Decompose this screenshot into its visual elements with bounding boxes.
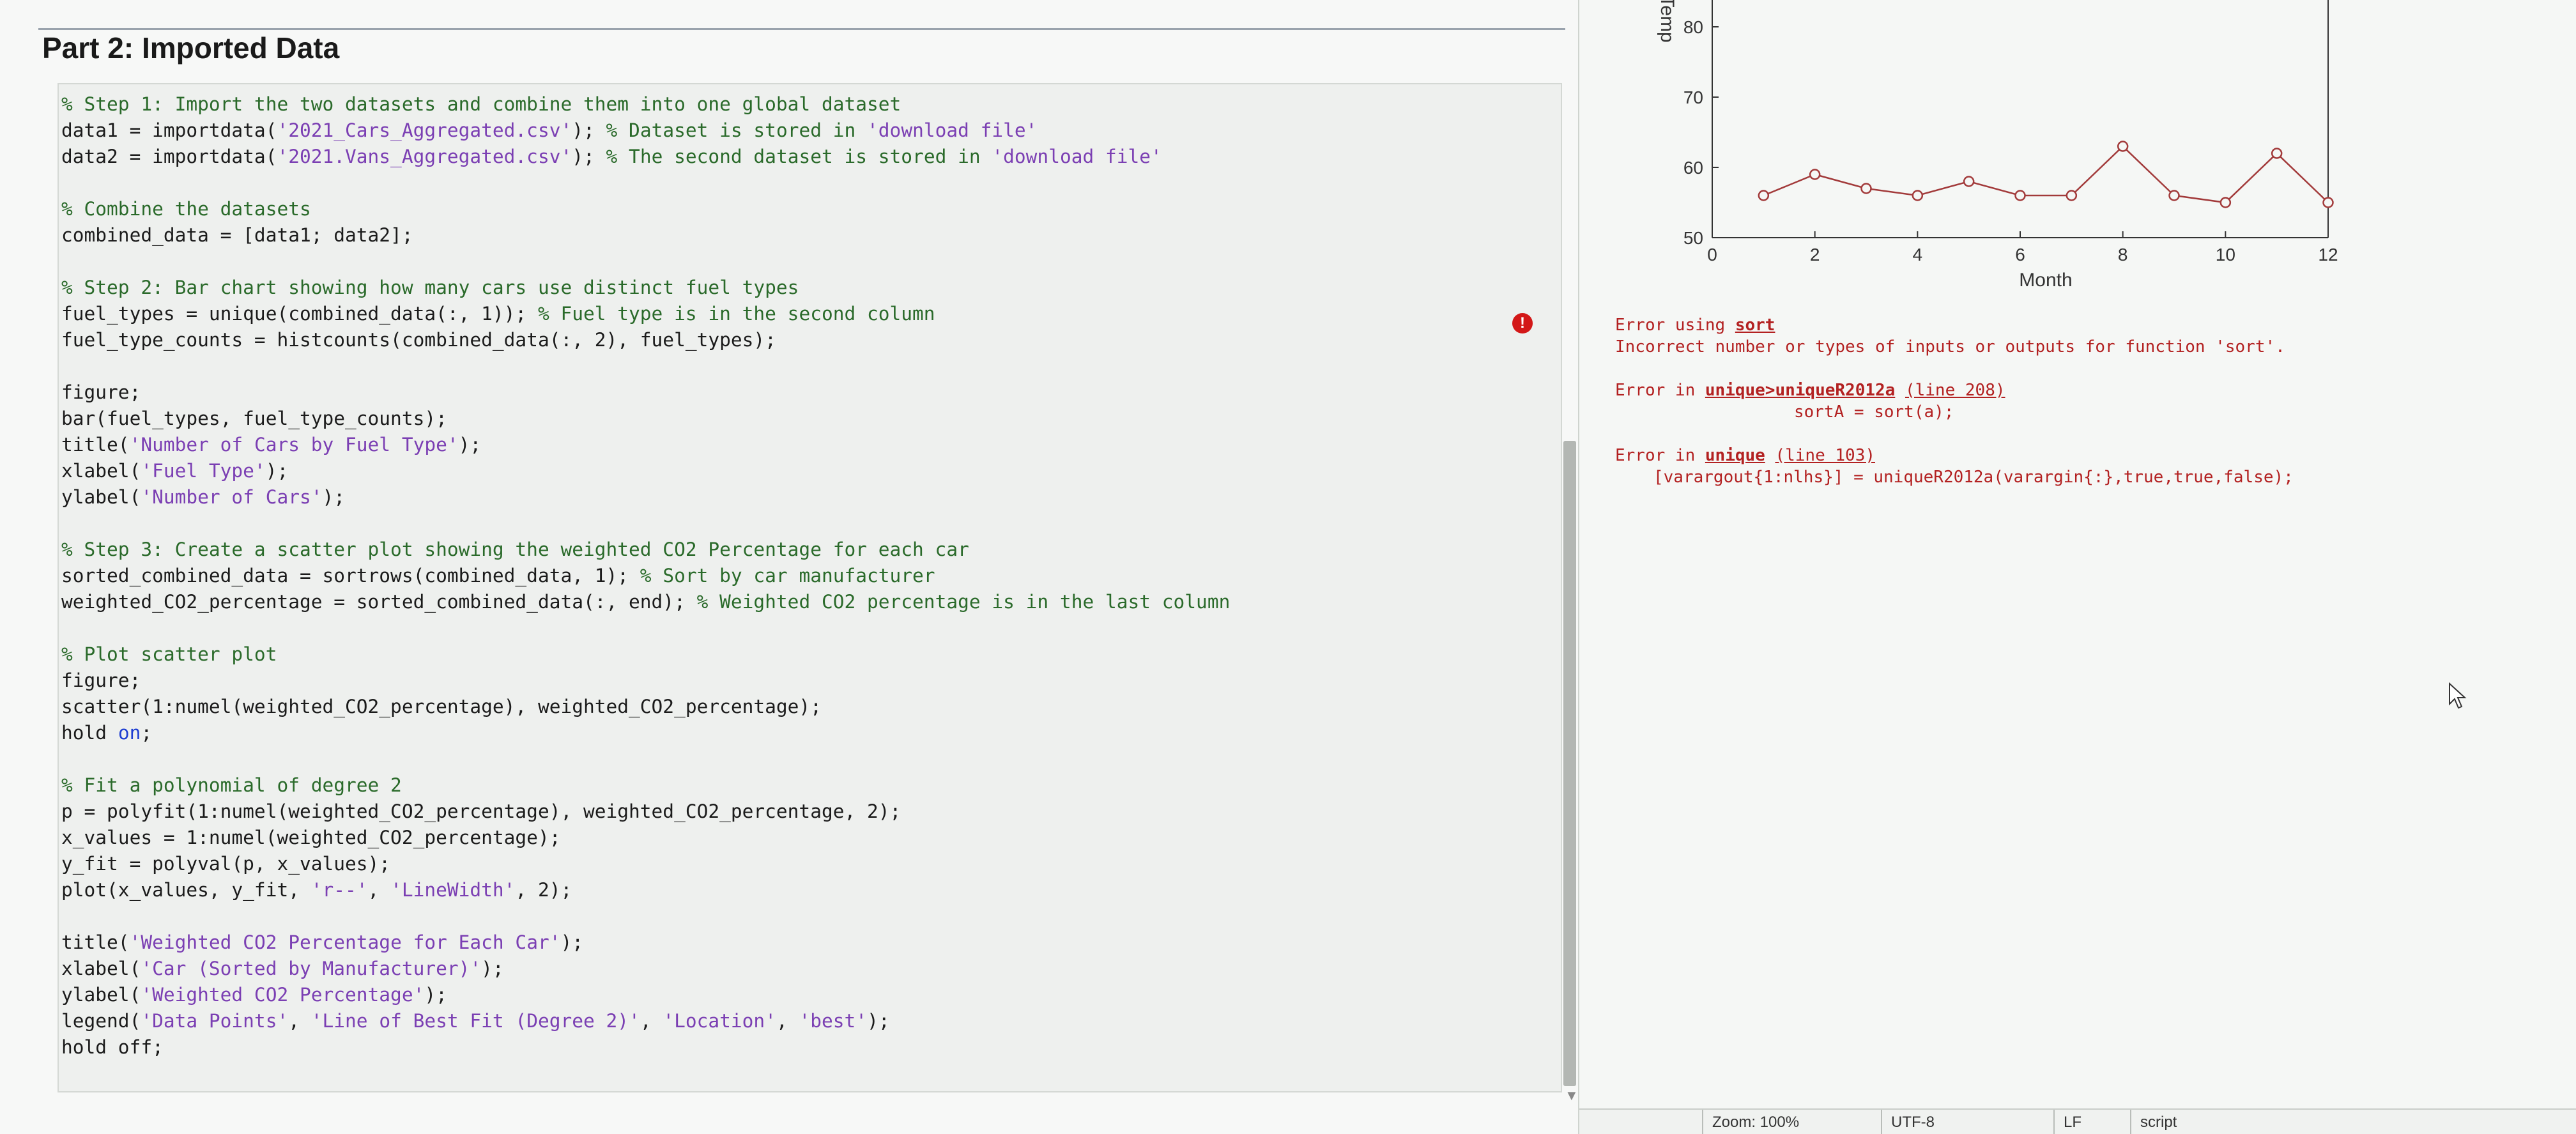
error-code: sortA = sort(a); xyxy=(1794,402,1954,422)
code-line[interactable] xyxy=(61,249,1230,275)
x-tick-label: 12 xyxy=(2318,245,2338,264)
x-tick-label: 4 xyxy=(1913,245,1923,264)
data-point xyxy=(1860,183,1872,194)
error-function-link[interactable]: unique>uniqueR2012a xyxy=(1705,381,1895,400)
x-tick-label: 8 xyxy=(2118,245,2128,264)
code-line[interactable]: hold off; xyxy=(61,1034,1230,1061)
line-ending-status[interactable]: LF xyxy=(2053,1110,2130,1134)
code-line[interactable]: bar(fuel_types, fuel_type_counts); xyxy=(61,406,1230,432)
code-line[interactable]: xlabel('Car (Sorted by Manufacturer)'); xyxy=(61,956,1230,982)
code-line[interactable]: xlabel('Fuel Type'); xyxy=(61,458,1230,484)
y-axis-label: Temp xyxy=(1657,0,1678,43)
series-line xyxy=(1763,145,2329,204)
code-line[interactable]: % Fit a polynomial of degree 2 xyxy=(61,772,1230,799)
code-line[interactable]: title('Number of Cars by Fuel Type'); xyxy=(61,432,1230,458)
temp-line-chart: 50 60 70 80 0 2 4 6 8 10 12 Month Temp xyxy=(1657,0,2338,291)
mouse-pointer-icon xyxy=(2449,682,2467,709)
x-axis-label: Month xyxy=(2019,270,2072,291)
data-point xyxy=(2322,197,2334,208)
code-line[interactable] xyxy=(61,615,1230,641)
error-output: Error using sort Incorrect number or typ… xyxy=(1615,314,2294,488)
editor-pane: Part 2: Imported Data % Step 1: Import t… xyxy=(0,0,1579,1134)
x-tick-label: 0 xyxy=(1707,245,1717,264)
code-line[interactable]: ylabel('Number of Cars'); xyxy=(61,484,1230,510)
error-code: [varargout{1:nlhs}] = uniqueR2012a(varar… xyxy=(1653,468,2294,487)
x-tick-label: 10 xyxy=(2216,245,2235,264)
y-tick-label: 50 xyxy=(1683,228,1703,248)
zoom-status[interactable]: Zoom: 100% xyxy=(1702,1110,1881,1134)
code-text[interactable]: % Step 1: Import the two datasets and co… xyxy=(61,91,1230,1061)
encoding-status[interactable]: UTF-8 xyxy=(1881,1110,2053,1134)
code-line[interactable] xyxy=(61,510,1230,537)
x-tick-label: 2 xyxy=(1810,245,1820,264)
data-point xyxy=(2271,148,2283,159)
code-line[interactable]: % Step 1: Import the two datasets and co… xyxy=(61,91,1230,118)
section-divider xyxy=(38,28,1565,30)
code-line[interactable]: legend('Data Points', 'Line of Best Fit … xyxy=(61,1008,1230,1034)
y-tick-label: 80 xyxy=(1683,17,1703,37)
data-point xyxy=(2014,190,2026,201)
code-line[interactable]: y_fit = polyval(p, x_values); xyxy=(61,851,1230,877)
error-function-link[interactable]: sort xyxy=(1735,316,1775,335)
code-line[interactable]: figure; xyxy=(61,668,1230,694)
code-line[interactable]: sorted_combined_data = sortrows(combined… xyxy=(61,563,1230,589)
status-bar: Zoom: 100% UTF-8 LF script xyxy=(1579,1108,2576,1134)
code-line[interactable]: data1 = importdata('2021_Cars_Aggregated… xyxy=(61,118,1230,144)
data-point xyxy=(1758,190,1770,201)
code-line[interactable]: ylabel('Weighted CO2 Percentage'); xyxy=(61,982,1230,1008)
error-line: Error using sort xyxy=(1615,316,1775,335)
y-tick-label: 60 xyxy=(1683,158,1703,178)
code-line[interactable]: x_values = 1:numel(weighted_CO2_percenta… xyxy=(61,825,1230,851)
code-line[interactable]: % Step 3: Create a scatter plot showing … xyxy=(61,537,1230,563)
code-line[interactable]: combined_data = [data1; data2]; xyxy=(61,222,1230,249)
code-line[interactable]: scatter(1:numel(weighted_CO2_percentage)… xyxy=(61,694,1230,720)
error-line-link[interactable]: (line 103) xyxy=(1775,446,1875,465)
code-line[interactable] xyxy=(61,746,1230,772)
error-line: Error in unique (line 103) xyxy=(1615,446,1876,465)
data-point xyxy=(2220,197,2232,208)
data-point xyxy=(2168,190,2180,201)
scroll-down-icon[interactable]: ▼ xyxy=(1565,1087,1579,1104)
data-point xyxy=(1809,169,1821,180)
data-point xyxy=(2117,141,2129,152)
x-tick-label: 6 xyxy=(2015,245,2025,264)
error-icon[interactable]: ! xyxy=(1512,313,1533,333)
code-line[interactable] xyxy=(61,903,1230,930)
code-line[interactable] xyxy=(61,353,1230,379)
section-title: Part 2: Imported Data xyxy=(42,31,340,65)
error-message: Incorrect number or types of inputs or o… xyxy=(1615,337,2285,356)
code-line[interactable]: % Step 2: Bar chart showing how many car… xyxy=(61,275,1230,301)
code-line[interactable]: figure; xyxy=(61,379,1230,406)
data-point xyxy=(2066,190,2078,201)
data-point xyxy=(1912,190,1924,201)
code-line[interactable]: fuel_type_counts = histcounts(combined_d… xyxy=(61,327,1230,353)
code-line[interactable]: weighted_CO2_percentage = sorted_combine… xyxy=(61,589,1230,615)
code-line[interactable]: fuel_types = unique(combined_data(:, 1))… xyxy=(61,301,1230,327)
code-line[interactable]: title('Weighted CO2 Percentage for Each … xyxy=(61,930,1230,956)
file-type-status[interactable]: script xyxy=(2130,1110,2450,1134)
code-line[interactable]: % Combine the datasets xyxy=(61,196,1230,222)
code-line[interactable]: p = polyfit(1:numel(weighted_CO2_percent… xyxy=(61,799,1230,825)
error-line-link[interactable]: (line 208) xyxy=(1905,381,2005,400)
error-line: Error in unique>uniqueR2012a (line 208) xyxy=(1615,381,2005,400)
data-point xyxy=(1963,176,1975,187)
vertical-scrollbar[interactable] xyxy=(1563,441,1576,1086)
code-line[interactable]: hold on; xyxy=(61,720,1230,746)
error-function-link[interactable]: unique xyxy=(1705,446,1765,465)
code-line[interactable] xyxy=(61,170,1230,196)
code-line[interactable]: % Plot scatter plot xyxy=(61,641,1230,668)
matlab-live-editor: Part 2: Imported Data % Step 1: Import t… xyxy=(0,0,2576,1134)
y-tick-label: 70 xyxy=(1683,88,1703,107)
code-line[interactable]: data2 = importdata('2021.Vans_Aggregated… xyxy=(61,144,1230,170)
code-line[interactable]: plot(x_values, y_fit, 'r--', 'LineWidth'… xyxy=(61,877,1230,903)
